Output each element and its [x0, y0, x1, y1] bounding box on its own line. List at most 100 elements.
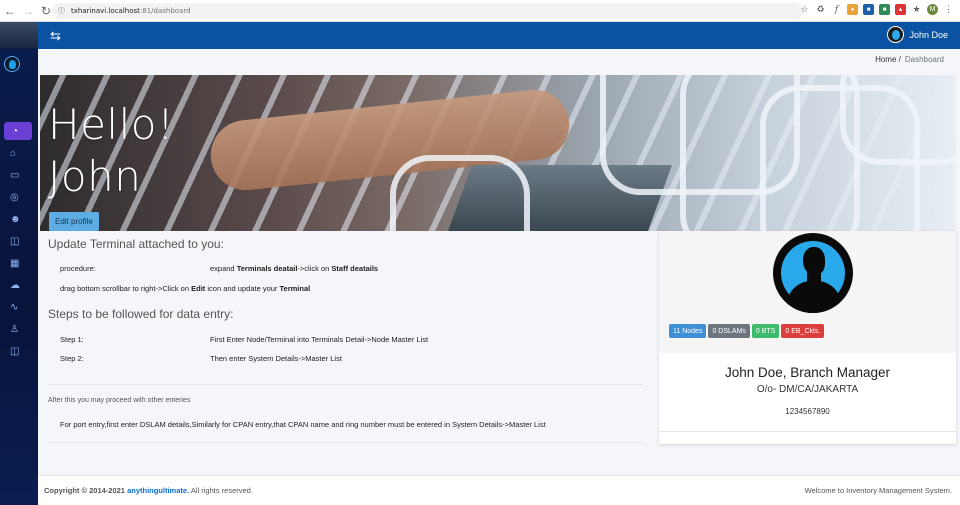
sidebar-item-users[interactable]: ☻ — [0, 210, 38, 228]
procedure-bold-1: Terminals deatail — [236, 264, 298, 273]
procedure-mid: ->click on — [297, 264, 332, 273]
footer: Copyright © 2014-2021 anythingultimate. … — [38, 475, 960, 505]
sidebar-item-panel[interactable]: ◫ — [0, 342, 38, 360]
sidebar-item-grid[interactable]: ▦ — [0, 254, 38, 272]
step-row: Step 1: First Enter Node/Terminal into T… — [60, 335, 428, 344]
globe-icon: ◎ — [10, 191, 19, 203]
step-label: Step 2: — [60, 354, 84, 363]
drag-text: drag bottom scrollbar to right->Click on… — [60, 284, 310, 293]
steps-section-title: Steps to be followed for data entry: — [48, 307, 234, 321]
user-icon: ♙ — [10, 323, 19, 335]
step-label: Step 1: — [60, 335, 84, 344]
panel-icon: ◫ — [10, 345, 20, 357]
drag-mid: icon and update your — [205, 284, 280, 293]
dslams-badge[interactable]: 0 DSLAMs — [708, 324, 750, 338]
rights-text: All rights reserved. — [189, 486, 253, 495]
cloud-icon: ☁ — [10, 279, 20, 291]
brand-link[interactable]: anythingultimate. — [127, 486, 189, 495]
profile-card-body: John Doe, Branch Manager O/o- DM/CA/JAKA… — [659, 353, 956, 416]
function-icon[interactable]: f — [831, 4, 842, 15]
procedure-row: procedure: expand Terminals deatail->cli… — [60, 264, 378, 273]
drag-bold-1: Edit — [191, 284, 206, 293]
profile-card-header: 11 Nodes 0 DSLAMs 0 BTS 0 EB_Ckts. — [659, 231, 956, 353]
url-host: txharinavi.localhost — [71, 7, 140, 15]
laptop-icon: ▭ — [10, 169, 20, 181]
sidebar-item-columns[interactable]: ◫ — [0, 232, 38, 250]
sidebar-item-laptop[interactable]: ▭ — [0, 166, 38, 184]
browser-toolbar: ← → ↻ ⓘ txharinavi.localhost:81/dashboar… — [0, 0, 960, 22]
back-icon[interactable]: ← — [2, 3, 18, 19]
after-detail: For port entry,first enter DSLAM details… — [60, 420, 546, 429]
dashboard-icon: ◔ — [12, 125, 19, 137]
home-icon: ⌂ — [10, 147, 17, 159]
user-name: John Doe — [909, 29, 948, 40]
extension-orange-icon[interactable]: ● — [847, 4, 858, 15]
profile-avatar — [773, 233, 853, 313]
sidebar-avatar[interactable] — [4, 56, 20, 72]
sidebar-item-dashboard[interactable]: ◔ — [4, 122, 32, 140]
sidebar-item-cloud[interactable]: ☁ — [0, 276, 38, 294]
terminal-section-title: Update Terminal attached to you: — [48, 237, 224, 251]
after-note: After this you may proceed with other en… — [48, 397, 191, 404]
hero-greeting-line1: Hello! — [48, 100, 175, 149]
drag-row: drag bottom scrollbar to right->Click on… — [60, 284, 310, 293]
puzzle-icon[interactable]: ★ — [911, 4, 922, 15]
edit-profile-button[interactable]: Edit profile — [49, 212, 99, 231]
divider — [48, 384, 643, 385]
procedure-bold-2: Staff deatails — [331, 264, 379, 273]
menu-dots-icon[interactable]: ⋮ — [943, 4, 954, 15]
hero-greeting: Hello! John — [48, 99, 174, 203]
procedure-label: procedure: — [60, 264, 96, 273]
footer-welcome: Welcome to Inventory Management System. — [804, 486, 952, 495]
procedure-text: expand Terminals deatail->click on Staff… — [210, 264, 378, 273]
extension-green-icon[interactable]: ■ — [879, 4, 890, 15]
sidebar-logo — [0, 22, 38, 49]
step-text: Then enter System Details->Master List — [210, 354, 342, 363]
star-icon[interactable]: ☆ — [799, 4, 810, 15]
hero-image-cable — [840, 75, 956, 165]
hero-image-cable — [390, 155, 530, 231]
url-path: :81/dashboard — [139, 7, 191, 15]
card-divider — [659, 431, 956, 432]
users-icon: ☻ — [10, 213, 21, 225]
stats-badges: 11 Nodes 0 DSLAMs 0 BTS 0 EB_Ckts. — [669, 324, 825, 338]
sidebar: ◔ ⌂ ▭ ◎ ☻ ◫ ▦ ☁ ∿ ♙ ◫ — [0, 22, 38, 505]
top-navbar: ⇆ John Doe — [38, 22, 960, 49]
recycle-icon[interactable]: ♻ — [815, 4, 826, 15]
drag-bold-2: Terminal — [279, 284, 311, 293]
sidebar-toggle-icon[interactable]: ⇆ — [50, 28, 61, 44]
extension-red-icon[interactable]: ▲ — [895, 4, 906, 15]
user-menu[interactable]: John Doe — [887, 26, 948, 43]
copyright-text: Copyright © 2014-2021 — [44, 486, 128, 495]
chart-icon: ∿ — [10, 301, 19, 313]
hero-banner: Hello! John Edit profile — [40, 75, 956, 231]
profile-organization: O/o- DM/CA/JAKARTA — [756, 384, 859, 395]
info-icon[interactable]: ⓘ — [58, 6, 65, 16]
profile-name-title: John Doe, Branch Manager — [724, 365, 891, 380]
footer-copyright: Copyright © 2014-2021 anythingultimate. … — [44, 486, 253, 495]
step-row: Step 2: Then enter System Details->Maste… — [60, 354, 342, 363]
forward-icon[interactable]: → — [20, 3, 36, 19]
breadcrumb: Home / Dashboard — [875, 55, 944, 64]
sidebar-item-home[interactable]: ⌂ — [0, 144, 38, 162]
breadcrumb-current: Dashboard — [904, 55, 944, 64]
step-text: First Enter Node/Terminal into Terminals… — [210, 335, 429, 344]
profile-avatar-icon[interactable]: M — [927, 4, 938, 15]
columns-icon: ◫ — [10, 235, 20, 247]
address-bar[interactable]: ⓘ txharinavi.localhost:81/dashboard — [52, 3, 804, 19]
divider — [48, 442, 643, 443]
drag-pre: drag bottom scrollbar to right->Click on — [60, 284, 192, 293]
sidebar-item-user[interactable]: ♙ — [0, 320, 38, 338]
nodes-badge[interactable]: 11 Nodes — [669, 324, 707, 338]
extension-blue-icon[interactable]: ■ — [863, 4, 874, 15]
procedure-pre: expand — [210, 264, 237, 273]
hero-greeting-line2: John — [48, 152, 142, 201]
bts-badge[interactable]: 0 BTS — [751, 324, 780, 338]
sidebar-item-globe[interactable]: ◎ — [0, 188, 38, 206]
profile-phone: 1234567890 — [785, 407, 830, 416]
avatar-head — [803, 247, 825, 275]
profile-card: 11 Nodes 0 DSLAMs 0 BTS 0 EB_Ckts. John … — [659, 231, 956, 444]
sidebar-item-chart[interactable]: ∿ — [0, 298, 38, 316]
eb-ckts-badge[interactable]: 0 EB_Ckts. — [781, 324, 825, 338]
breadcrumb-home[interactable]: Home / — [875, 55, 901, 64]
